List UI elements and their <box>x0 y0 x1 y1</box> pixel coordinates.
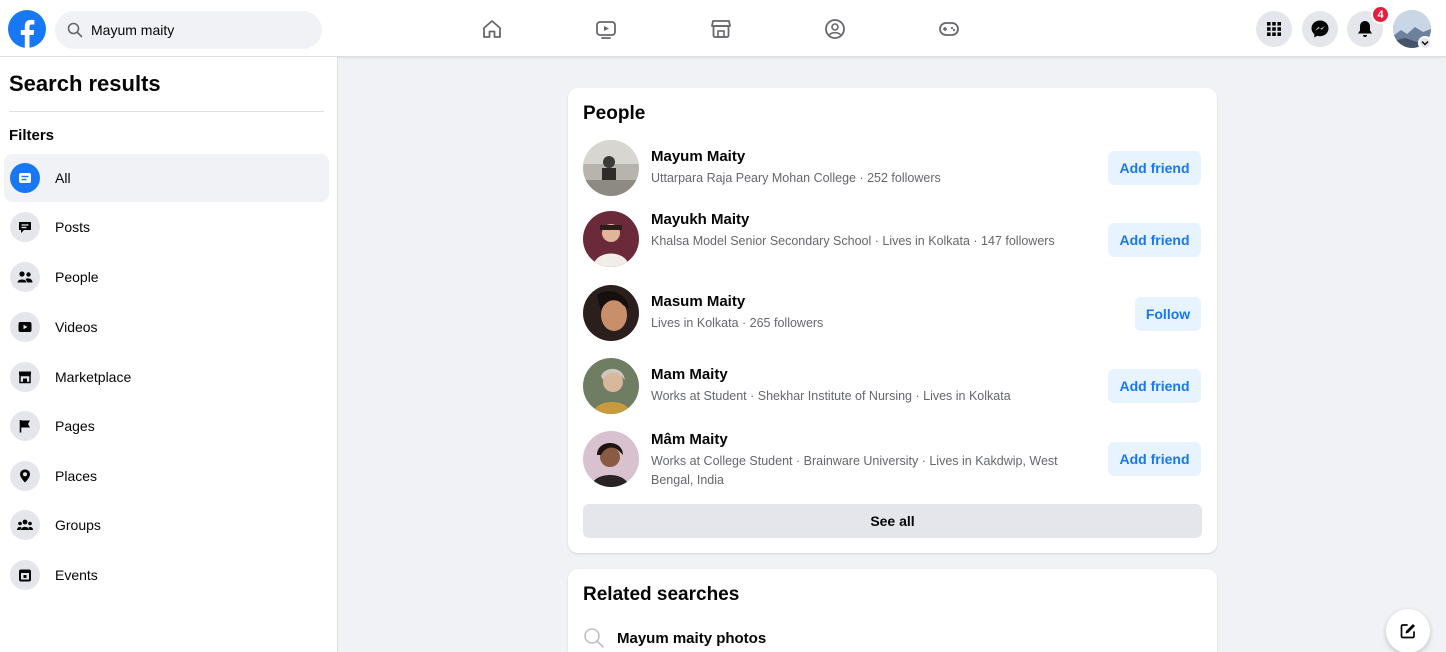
calendar-icon <box>10 560 40 590</box>
add-friend-button[interactable]: Add friend <box>1108 369 1201 403</box>
new-message-button[interactable] <box>1386 609 1430 652</box>
filter-label: Groups <box>55 517 101 533</box>
all-icon <box>10 163 40 193</box>
avatar-image <box>583 140 639 196</box>
posts-icon <box>10 212 40 242</box>
bell-icon <box>1358 21 1372 37</box>
filter-all[interactable]: All <box>4 154 329 202</box>
person-avatar[interactable] <box>583 358 639 414</box>
messenger-icon <box>1311 20 1329 38</box>
filter-groups[interactable]: Groups <box>4 501 329 549</box>
home-icon <box>483 20 501 38</box>
messenger-button[interactable] <box>1302 11 1338 47</box>
menu-button[interactable] <box>1256 11 1292 47</box>
related-searches-title: Related searches <box>583 584 740 605</box>
filter-places[interactable]: Places <box>4 452 329 500</box>
people-icon <box>10 262 40 292</box>
person-result[interactable]: Mayukh Maity Khalsa Model Senior Seconda… <box>583 208 1203 270</box>
nav-watch[interactable] <box>591 14 621 44</box>
avatar-image <box>583 431 639 487</box>
add-friend-button[interactable]: Add friend <box>1108 223 1201 257</box>
person-avatar[interactable] <box>583 211 639 267</box>
person-result[interactable]: Mam Maity Works at Student · Shekhar Ins… <box>583 356 1203 416</box>
filter-label: Marketplace <box>55 369 132 385</box>
compose-icon <box>1400 624 1415 639</box>
filter-pages[interactable]: Pages <box>4 402 329 450</box>
avatar-image <box>583 358 639 414</box>
filter-label: Posts <box>55 219 91 235</box>
people-section-title: People <box>583 103 646 124</box>
nav-gaming[interactable] <box>934 14 964 44</box>
grid-menu-icon <box>1267 22 1281 36</box>
person-details: Works at Student · Shekhar Institute of … <box>651 389 1011 403</box>
filter-events[interactable]: Events <box>4 551 329 599</box>
flag-icon <box>10 411 40 441</box>
person-result[interactable]: Mayum Maity Uttarpara Raja Peary Mohan C… <box>583 138 1203 198</box>
related-search-item[interactable]: Mayum maity photos <box>583 627 766 649</box>
chevron-down-icon <box>1421 41 1429 46</box>
person-details: Uttarpara Raja Peary Mohan College · 252… <box>651 171 941 185</box>
see-all-button[interactable]: See all <box>583 504 1202 538</box>
filter-videos[interactable]: Videos <box>4 303 329 351</box>
person-name[interactable]: Mam Maity <box>651 366 728 383</box>
person-avatar[interactable] <box>583 285 639 341</box>
filter-label: People <box>55 269 99 285</box>
marketplace-icon <box>10 362 40 392</box>
filter-people[interactable]: People <box>4 253 329 301</box>
nav-marketplace[interactable] <box>706 14 736 44</box>
pin-icon <box>10 461 40 491</box>
search-filters-sidebar: Search results Filters All Posts People … <box>0 57 338 652</box>
person-name[interactable]: Masum Maity <box>651 293 745 310</box>
follow-button[interactable]: Follow <box>1135 297 1201 331</box>
filter-posts[interactable]: Posts <box>4 203 329 251</box>
search-icon <box>67 22 83 38</box>
person-avatar[interactable] <box>583 140 639 196</box>
nav-home[interactable] <box>477 14 507 44</box>
groups-icon <box>10 510 40 540</box>
notification-badge: 4 <box>1371 5 1390 24</box>
facebook-logo[interactable] <box>8 10 46 48</box>
account-caret[interactable] <box>1418 36 1432 50</box>
gaming-icon <box>939 22 959 36</box>
person-result[interactable]: Masum Maity Lives in Kolkata · 265 follo… <box>583 283 1203 343</box>
filter-label: Places <box>55 468 98 484</box>
person-details: Lives in Kolkata · 265 followers <box>651 316 824 330</box>
filter-label: Pages <box>55 418 95 434</box>
videos-icon <box>10 312 40 342</box>
filter-label: Videos <box>55 319 98 335</box>
sidebar-title: Search results <box>9 71 161 96</box>
person-details: Works at College Student · Brainware Uni… <box>651 454 1058 487</box>
groups-icon <box>825 19 845 39</box>
person-name[interactable]: Mâm Maity <box>651 431 728 448</box>
top-navigation-bar: 4 <box>0 0 1446 57</box>
nav-groups[interactable] <box>820 14 850 44</box>
search-input[interactable] <box>91 22 311 38</box>
filter-label: All <box>55 170 71 186</box>
filters-heading: Filters <box>9 127 55 144</box>
watch-icon <box>596 21 616 39</box>
sidebar-divider <box>9 111 324 112</box>
person-details: Khalsa Model Senior Secondary School · L… <box>651 234 1055 248</box>
person-avatar[interactable] <box>583 431 639 487</box>
add-friend-button[interactable]: Add friend <box>1108 151 1201 185</box>
people-results-card: People Mayum Maity Uttarpara Raja Peary … <box>568 88 1217 553</box>
person-result[interactable]: Mâm Maity Works at College Student · Bra… <box>583 428 1203 490</box>
related-search-text: Mayum maity photos <box>617 629 767 647</box>
person-name[interactable]: Mayum Maity <box>651 148 745 165</box>
search-bar[interactable] <box>55 11 322 49</box>
facebook-f-icon <box>20 19 35 48</box>
search-icon <box>584 628 604 648</box>
filter-label: Events <box>55 567 98 583</box>
related-searches-card: Related searches Mayum maity photos <box>568 569 1217 652</box>
marketplace-icon <box>711 20 731 38</box>
avatar-image <box>583 211 639 267</box>
filter-marketplace[interactable]: Marketplace <box>4 353 329 401</box>
avatar-image <box>583 285 639 341</box>
person-name[interactable]: Mayukh Maity <box>651 211 749 228</box>
add-friend-button[interactable]: Add friend <box>1108 442 1201 476</box>
